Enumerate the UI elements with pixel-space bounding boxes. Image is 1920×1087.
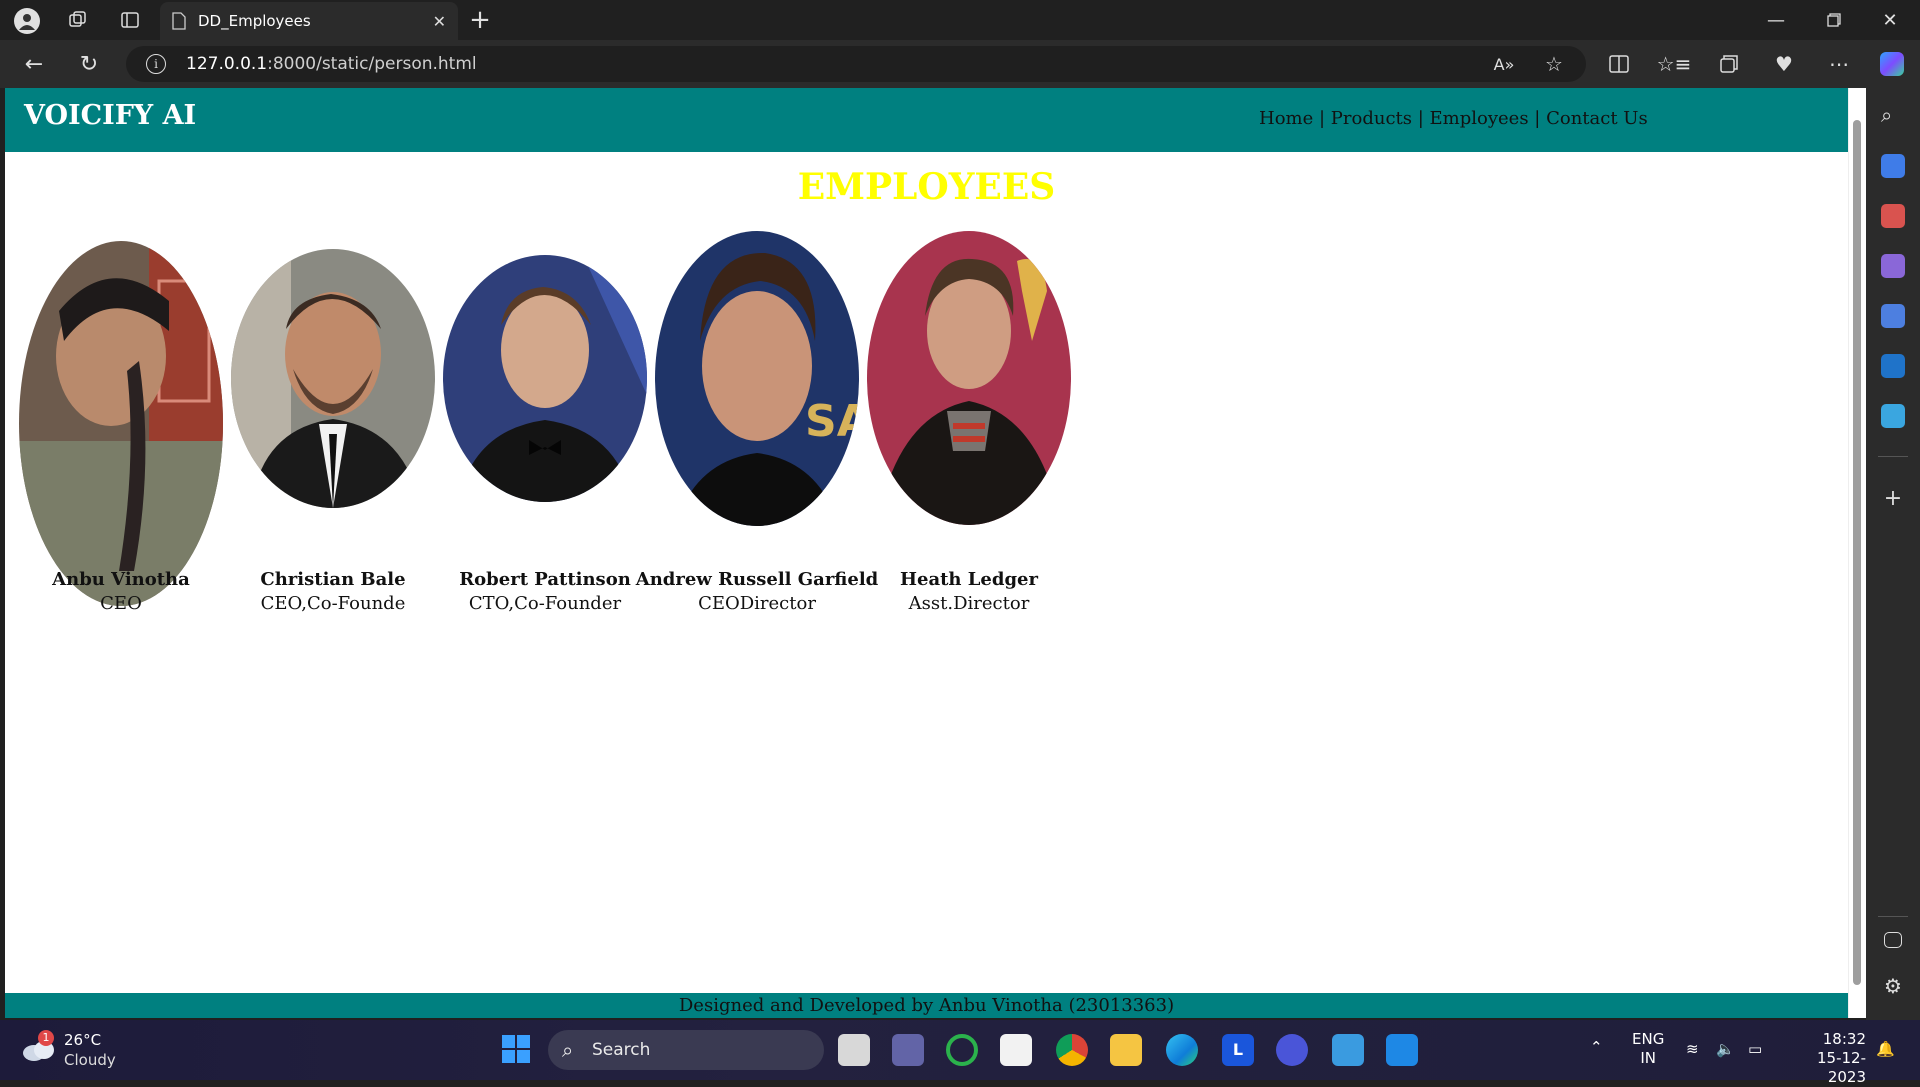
employee-name: Heath Ledger [899,569,1038,590]
clock-date: 15-12-2023 [1817,1049,1866,1086]
web-page: VOICIFY AI Home | Products | Employees |… [5,88,1848,1018]
region-code: IN [1640,1049,1656,1067]
add-icon[interactable]: + [1881,486,1905,511]
close-tab-icon[interactable]: ✕ [433,12,446,31]
search-icon: ⌕ [562,1038,574,1062]
site-footer: Designed and Developed by Anbu Vinotha (… [5,993,1848,1018]
site-info-icon[interactable]: i [146,54,166,74]
site-header: VOICIFY AI Home | Products | Employees |… [5,88,1848,152]
employee-photo [231,249,435,508]
start-icon[interactable] [502,1035,530,1063]
wifi-icon[interactable]: ≋ [1686,1040,1699,1059]
minimize-icon[interactable]: — [1764,8,1788,32]
search-label: Search [592,1040,651,1060]
restore-icon[interactable] [1822,8,1846,32]
employee-role: Asst.Director [908,593,1030,614]
outlook-icon[interactable] [1881,354,1905,378]
profile-icon[interactable] [14,8,40,34]
weather-temperature: 26°C [64,1031,102,1049]
clock[interactable]: 18:32 15-12-2023 [1786,1030,1866,1087]
nav-products[interactable]: Products [1331,108,1412,129]
address-bar[interactable]: 127.0.0.1:8000/static/person.html [126,46,1586,82]
vscode-icon[interactable] [1386,1034,1418,1066]
nav-home[interactable]: Home [1259,108,1313,129]
close-window-icon[interactable]: ✕ [1878,8,1902,32]
nav-separator: | [1412,108,1430,129]
read-aloud-icon[interactable]: A» [1492,52,1516,76]
show-hidden-icons[interactable]: ⌃ [1590,1038,1603,1057]
url-host: 127.0.0.1 [186,54,268,74]
shopping-icon[interactable] [1881,154,1905,178]
arc-app-icon[interactable] [1276,1034,1308,1066]
search-icon[interactable]: ⌕ [1881,103,1905,127]
more-menu-icon[interactable]: ⋯ [1827,52,1851,76]
nav-contact-us[interactable]: Contact Us [1546,108,1648,129]
clock-time: 18:32 [1822,1030,1866,1048]
page-icon [172,12,186,30]
language-code: ENG [1632,1030,1665,1048]
browser-toolbar: ← ↻ 127.0.0.1:8000/static/person.html i … [0,40,1920,88]
teams-icon[interactable] [892,1034,924,1066]
nav-employees[interactable]: Employees [1430,108,1529,129]
site-nav: Home | Products | Employees | Contact Us [1259,108,1648,129]
sidebar-divider [1878,456,1908,457]
vertical-tabs-icon[interactable] [118,8,142,32]
games-icon[interactable] [1881,254,1905,278]
favorites-icon[interactable]: ☆≡ [1657,52,1692,76]
windows-taskbar: 1 26°C Cloudy ⌕ Search L ⌃ ENG IN ≋ 🔈 ▭ … [0,1020,1920,1086]
active-tab[interactable]: DD_Employees ✕ [160,2,458,40]
collections-icon[interactable] [1717,52,1741,76]
tools-icon[interactable] [1881,204,1905,228]
l-app-icon[interactable]: L [1222,1034,1254,1066]
nav-separator: | [1528,108,1547,129]
chrome-icon[interactable] [1056,1034,1088,1066]
workspaces-icon[interactable] [66,8,90,32]
hide-sidebar-icon[interactable] [1884,932,1902,948]
split-screen-icon[interactable] [1607,52,1631,76]
task-view-icon[interactable] [838,1034,870,1066]
employee-photo [19,241,223,606]
weather-condition: Cloudy [64,1051,116,1069]
back-icon[interactable]: ← [22,52,46,77]
edge-icon[interactable] [1166,1034,1198,1066]
svg-text:SA: SA [805,396,859,447]
edge-sidebar: ⌕ + ⚙ [1866,88,1920,1020]
browser-essentials-icon[interactable]: ♥ [1772,52,1796,76]
tab-title: DD_Employees [198,12,311,30]
page-title: EMPLOYEES [797,166,1056,208]
favorite-star-icon[interactable]: ☆ [1542,52,1566,76]
weather-badge: 1 [38,1030,54,1046]
volume-icon[interactable]: 🔈 [1716,1040,1735,1059]
refresh-icon[interactable]: ↻ [77,52,101,77]
language-indicator[interactable]: ENG IN [1632,1030,1664,1068]
microsoft-store-icon[interactable] [1000,1034,1032,1066]
url-path: :8000/static/person.html [267,54,477,74]
notifications-icon[interactable]: 🔔 [1876,1040,1895,1059]
nav-separator: | [1313,108,1331,129]
scrollbar-thumb[interactable] [1853,120,1861,985]
taskbar-search[interactable]: ⌕ Search [548,1030,824,1070]
settings-gear-icon[interactable]: ⚙ [1881,974,1905,998]
app-circle-icon[interactable] [946,1034,978,1066]
employee-photo [867,231,1071,525]
notepad-icon[interactable] [1332,1034,1364,1066]
employee-photo: SA [655,231,859,526]
send-icon[interactable] [1881,404,1905,428]
copilot-icon[interactable] [1880,52,1904,76]
sidebar-divider [1878,916,1908,917]
new-tab-icon[interactable]: + [468,5,492,35]
browser-tab-bar: DD_Employees ✕ + — ✕ [0,0,1920,40]
microsoft-365-icon[interactable] [1881,304,1905,328]
employee-photo [443,255,647,502]
battery-icon[interactable]: ▭ [1748,1040,1762,1059]
file-explorer-icon[interactable] [1110,1034,1142,1066]
site-brand[interactable]: VOICIFY AI [24,100,196,131]
